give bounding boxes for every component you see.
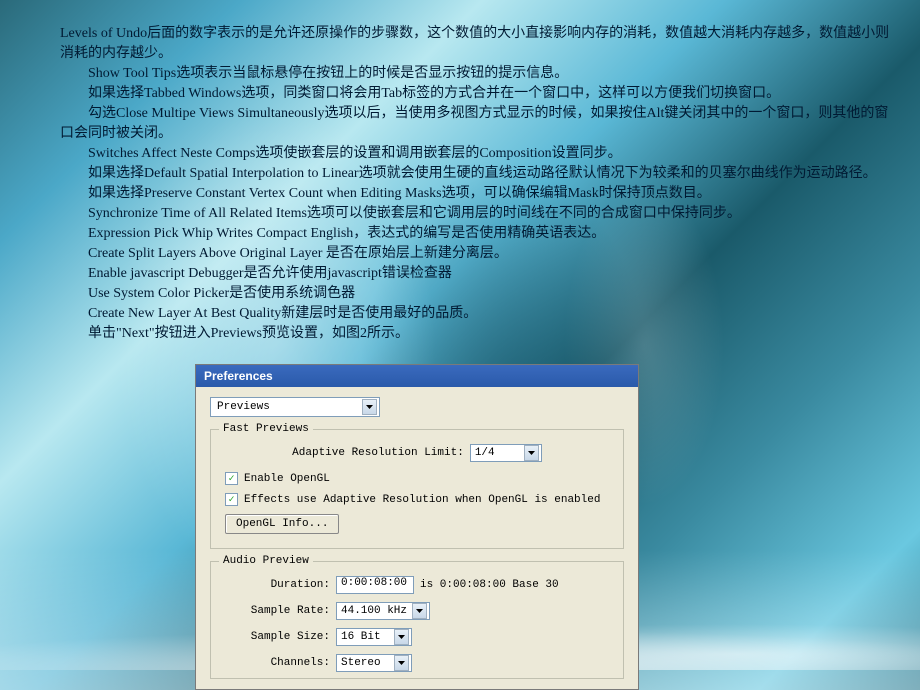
para-5: Switches Affect Neste Comps选项使嵌套层的设置和调用嵌… — [60, 144, 890, 164]
fast-previews-legend: Fast Previews — [219, 423, 313, 435]
audio-preview-legend: Audio Preview — [219, 555, 313, 567]
effects-adaptive-label: Effects use Adaptive Resolution when Ope… — [244, 494, 600, 506]
adaptive-resolution-value: 1/4 — [475, 447, 495, 459]
sample-rate-dropdown[interactable]: 44.100 kHz — [336, 602, 430, 620]
section-dropdown-value: Previews — [217, 401, 270, 413]
chevron-down-icon — [362, 399, 377, 415]
chevron-down-icon — [524, 445, 539, 461]
para-6: 如果选择Default Spatial Interpolation to Lin… — [60, 164, 890, 184]
para-4: 勾选Close Multipe Views Simultaneously选项以后… — [60, 104, 890, 144]
para-8: Synchronize Time of All Related Items选项可… — [60, 204, 890, 224]
para-10: Create Split Layers Above Original Layer… — [60, 244, 890, 264]
para-12: Use System Color Picker是否使用系统调色器 — [60, 284, 890, 304]
chevron-down-icon — [394, 629, 409, 645]
para-14: 单击"Next"按钮进入Previews预览设置，如图2所示。 — [60, 324, 890, 344]
para-11: Enable javascript Debugger是否允许使用javascri… — [60, 264, 890, 284]
para-13: Create New Layer At Best Quality新建层时是否使用… — [60, 304, 890, 324]
enable-opengl-label: Enable OpenGL — [244, 473, 330, 485]
para-2: Show Tool Tips选项表示当鼠标悬停在按钮上的时候是否显示按钮的提示信… — [60, 64, 890, 84]
dialog-body: Previews Fast Previews Adaptive Resoluti… — [196, 387, 638, 687]
duration-note: is 0:00:08:00 Base 30 — [420, 579, 559, 591]
opengl-info-button-label: OpenGL Info... — [236, 518, 328, 530]
sample-rate-value: 44.100 kHz — [341, 605, 407, 617]
audio-preview-fieldset: Audio Preview Duration: 0:00:08:00 is 0:… — [210, 561, 624, 679]
channels-value: Stereo — [341, 657, 381, 669]
duration-label: Duration: — [225, 579, 330, 591]
para-1: Levels of Undo后面的数字表示的是允许还原操作的步骤数，这个数值的大… — [60, 24, 890, 64]
dialog-titlebar[interactable]: Preferences — [196, 365, 638, 387]
chevron-down-icon — [394, 655, 409, 671]
duration-input[interactable]: 0:00:08:00 — [336, 576, 414, 594]
duration-value: 0:00:08:00 — [341, 577, 407, 589]
enable-opengl-checkbox[interactable]: ✓ — [225, 472, 238, 485]
adaptive-resolution-label: Adaptive Resolution Limit: — [292, 447, 464, 459]
channels-dropdown[interactable]: Stereo — [336, 654, 412, 672]
dialog-title-text: Preferences — [204, 369, 273, 383]
sample-size-value: 16 Bit — [341, 631, 381, 643]
para-3: 如果选择Tabbed Windows选项，同类窗口将会用Tab标签的方式合并在一… — [60, 84, 890, 104]
para-9: Expression Pick Whip Writes Compact Engl… — [60, 224, 890, 244]
section-dropdown[interactable]: Previews — [210, 397, 380, 417]
sample-size-label: Sample Size: — [225, 631, 330, 643]
opengl-info-button[interactable]: OpenGL Info... — [225, 514, 339, 534]
fast-previews-fieldset: Fast Previews Adaptive Resolution Limit:… — [210, 429, 624, 549]
effects-adaptive-checkbox[interactable]: ✓ — [225, 493, 238, 506]
channels-label: Channels: — [225, 657, 330, 669]
sample-size-dropdown[interactable]: 16 Bit — [336, 628, 412, 646]
preferences-dialog: Preferences Previews Fast Previews Adapt… — [195, 364, 639, 690]
sample-rate-label: Sample Rate: — [225, 605, 330, 617]
para-7: 如果选择Preserve Constant Vertex Count when … — [60, 184, 890, 204]
chevron-down-icon — [412, 603, 427, 619]
document-text-block: Levels of Undo后面的数字表示的是允许还原操作的步骤数，这个数值的大… — [60, 24, 890, 344]
adaptive-resolution-dropdown[interactable]: 1/4 — [470, 444, 542, 462]
